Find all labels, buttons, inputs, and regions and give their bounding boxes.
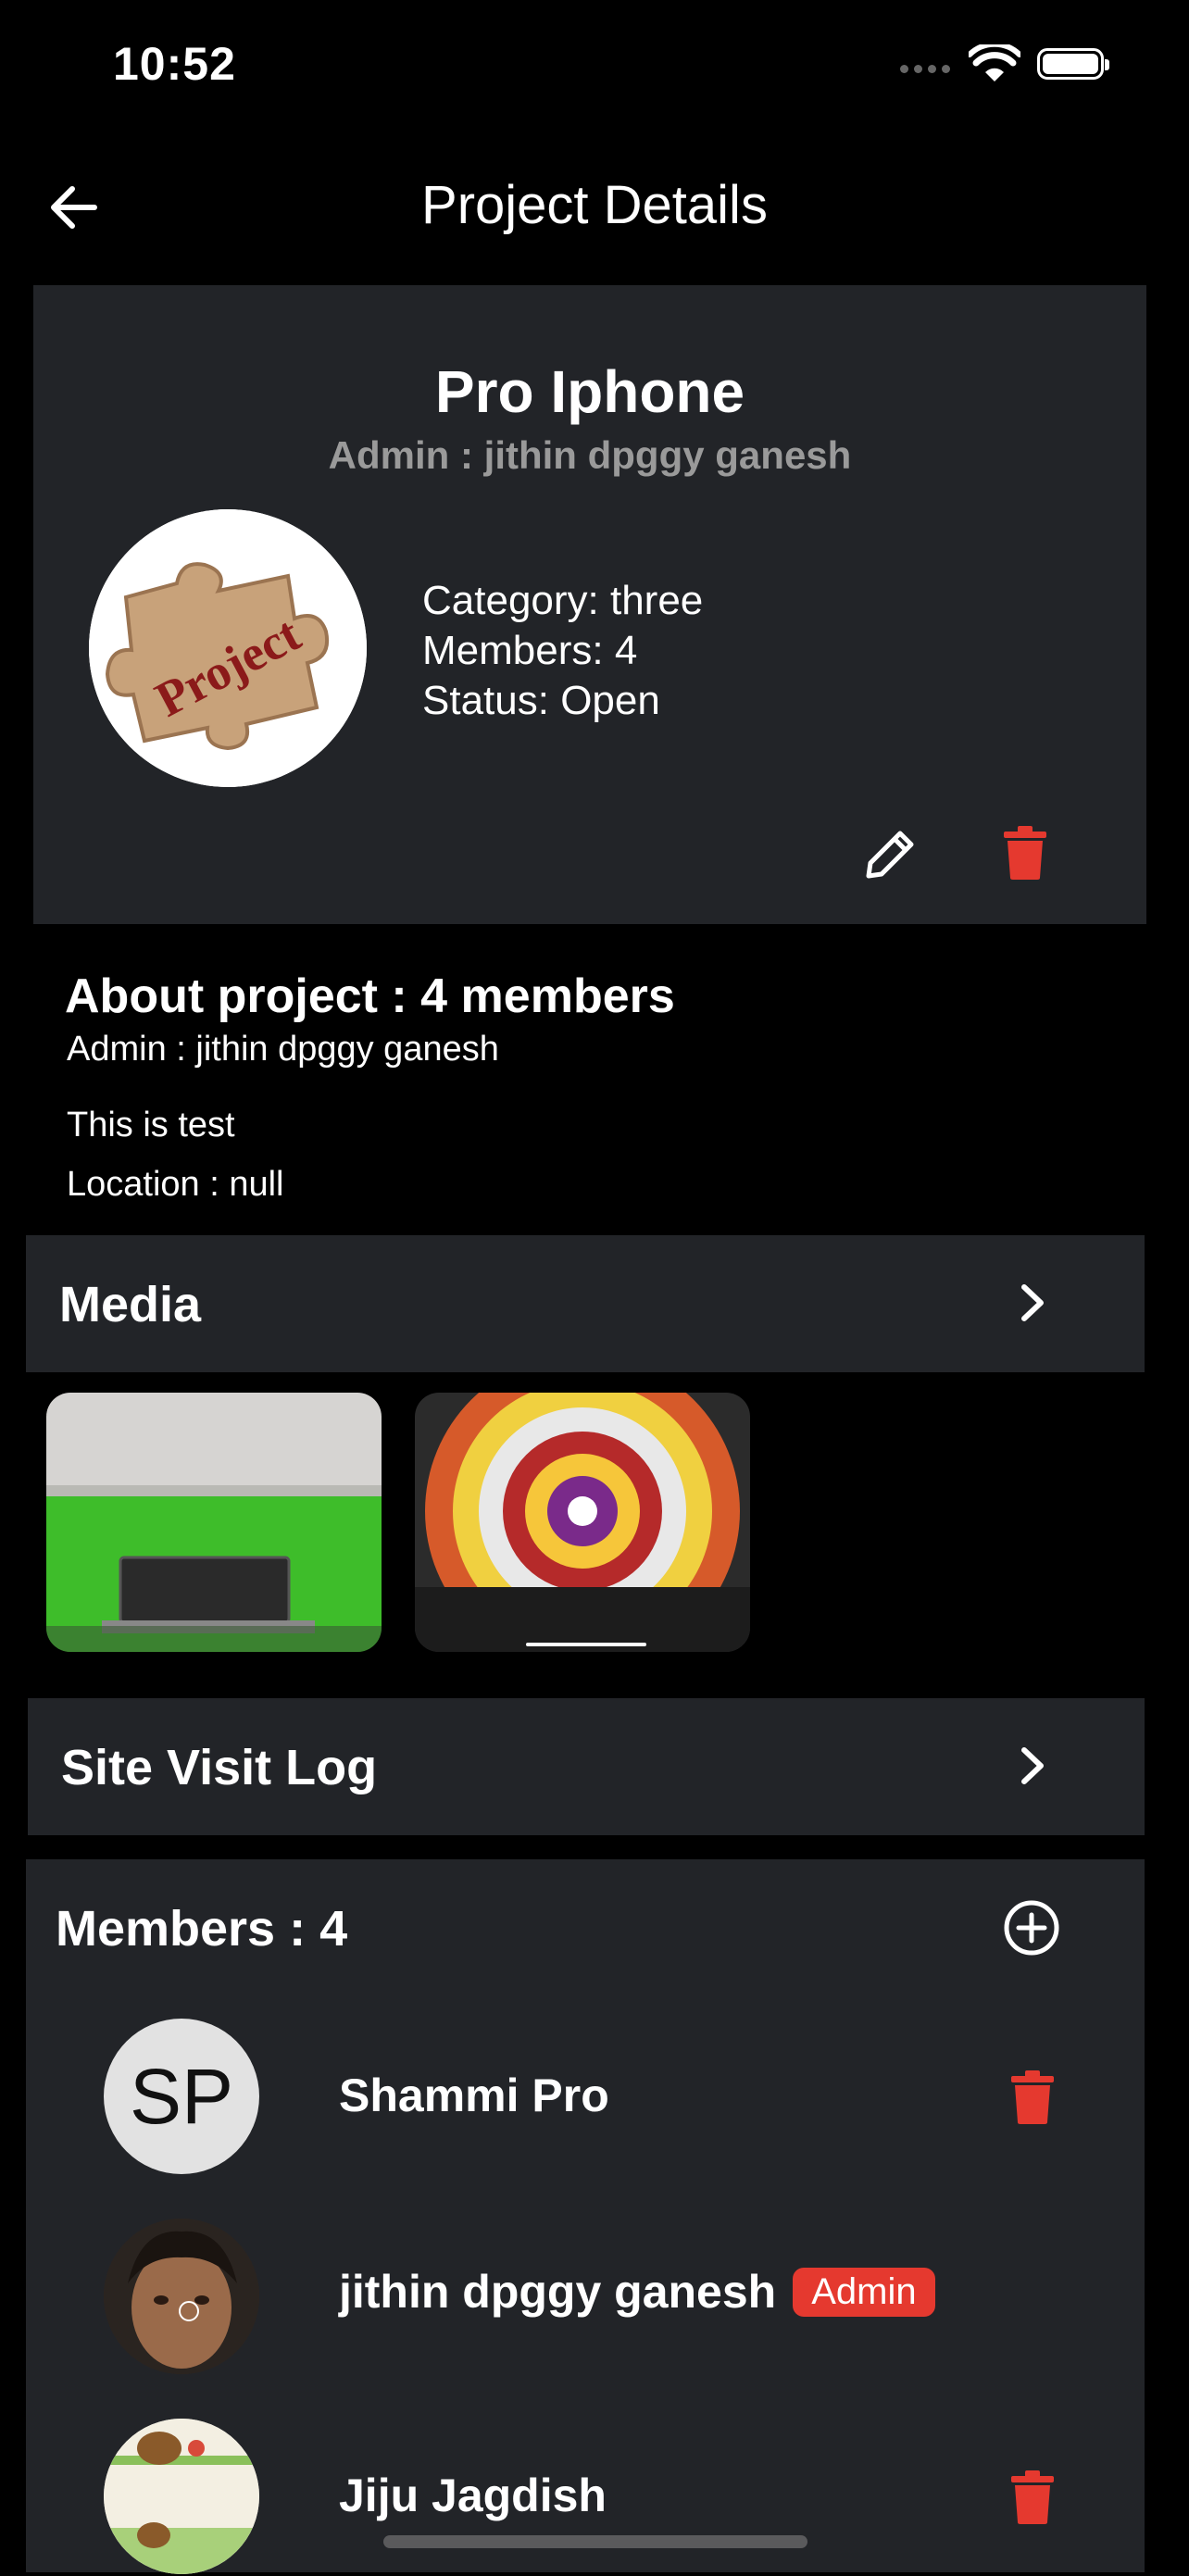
wifi-icon (969, 44, 1020, 81)
members-section: Members : 4 SP Shammi Pro jithin dpggy g… (26, 1859, 1145, 2574)
media-label: Media (59, 1277, 202, 1332)
chevron-right-icon (1021, 1747, 1044, 1784)
add-circle-icon[interactable] (1002, 1898, 1061, 1957)
project-category: Category: three (422, 578, 704, 623)
member-name: jithin dpggy ganesh (339, 2266, 777, 2318)
battery-icon (1037, 48, 1109, 80)
admin-badge: Admin (793, 2268, 935, 2317)
project-members-count: Members: 4 (422, 628, 638, 673)
member-row[interactable]: Jiju Jagdish (26, 2409, 1145, 2576)
media-thumbnail[interactable] (415, 1393, 750, 1652)
member-name: Shammi Pro (339, 2070, 609, 2121)
cellular-signal-icon (900, 65, 950, 73)
status-time: 10:52 (113, 38, 236, 90)
edit-pencil-icon[interactable] (863, 824, 920, 882)
member-row[interactable]: jithin dpggy ganesh Admin (26, 2209, 1145, 2376)
chevron-right-icon (1021, 1284, 1044, 1321)
about-title: About project : 4 members (65, 969, 675, 1023)
member-row[interactable]: SP Shammi Pro (26, 2009, 1145, 2176)
member-name-wrap: jithin dpggy ganesh Admin (339, 2265, 935, 2319)
page-title: Project Details (421, 175, 768, 235)
avatar (104, 2219, 259, 2374)
trash-icon[interactable] (1011, 2470, 1054, 2524)
project-image: Project (89, 509, 367, 787)
about-location: Location : null (67, 1165, 284, 1204)
trash-icon[interactable] (1004, 826, 1046, 880)
project-name: Pro Iphone (434, 358, 745, 425)
avatar (104, 2419, 259, 2574)
about-admin: Admin : jithin dpggy ganesh (67, 1030, 499, 1069)
media-section-header[interactable]: Media (26, 1235, 1145, 1372)
media-thumbnail[interactable] (46, 1393, 382, 1652)
member-name: Jiju Jagdish (339, 2470, 607, 2521)
avatar: SP (104, 2019, 259, 2174)
trash-icon[interactable] (1011, 2070, 1054, 2124)
project-status: Status: Open (422, 678, 660, 723)
home-indicator[interactable] (383, 2535, 807, 2548)
project-admin: Admin : jithin dpggy ganesh (328, 433, 852, 477)
site-visit-log-label: Site Visit Log (61, 1740, 378, 1795)
about-description: This is test (67, 1106, 235, 1144)
project-header-card: Pro Iphone Admin : jithin dpggy ganesh P… (33, 285, 1146, 924)
members-label: Members : 4 (56, 1901, 348, 1957)
avatar-initials: SP (129, 2053, 234, 2140)
site-visit-log-header[interactable]: Site Visit Log (28, 1698, 1145, 1835)
